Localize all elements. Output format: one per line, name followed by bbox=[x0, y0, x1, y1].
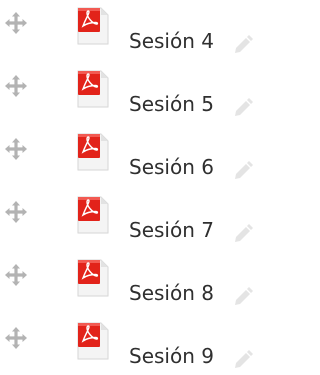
move-icon[interactable] bbox=[4, 11, 28, 35]
pdf-file-icon[interactable] bbox=[72, 4, 110, 46]
pdf-file-icon[interactable] bbox=[72, 130, 110, 172]
list-item: Sesión 9 bbox=[0, 315, 264, 371]
pencil-icon[interactable] bbox=[230, 221, 254, 245]
list-item: Sesión 4 bbox=[0, 0, 264, 56]
file-name-label[interactable]: Sesión 9 bbox=[129, 344, 214, 368]
list-item: Sesión 6 bbox=[0, 126, 264, 182]
pencil-icon[interactable] bbox=[230, 32, 254, 56]
list-item: Sesión 8 bbox=[0, 252, 264, 308]
pdf-file-icon[interactable] bbox=[72, 319, 110, 361]
move-icon[interactable] bbox=[4, 263, 28, 287]
pdf-file-icon[interactable] bbox=[72, 67, 110, 109]
pencil-icon[interactable] bbox=[230, 158, 254, 182]
pencil-icon[interactable] bbox=[230, 284, 254, 308]
pencil-icon[interactable] bbox=[230, 347, 254, 371]
move-icon[interactable] bbox=[4, 137, 28, 161]
pencil-icon[interactable] bbox=[230, 95, 254, 119]
list-item: Sesión 5 bbox=[0, 63, 264, 119]
file-name-label[interactable]: Sesión 5 bbox=[129, 92, 214, 116]
file-name-label[interactable]: Sesión 4 bbox=[129, 29, 214, 53]
pdf-file-icon[interactable] bbox=[72, 193, 110, 235]
file-name-label[interactable]: Sesión 8 bbox=[129, 281, 214, 305]
list-item: Sesión 7 bbox=[0, 189, 264, 245]
file-name-label[interactable]: Sesión 7 bbox=[129, 218, 214, 242]
session-list: Sesión 4 Sesión 5 Sesión 6 Sesión 7 Sesi… bbox=[0, 0, 264, 371]
move-icon[interactable] bbox=[4, 326, 28, 350]
move-icon[interactable] bbox=[4, 200, 28, 224]
move-icon[interactable] bbox=[4, 74, 28, 98]
pdf-file-icon[interactable] bbox=[72, 256, 110, 298]
file-name-label[interactable]: Sesión 6 bbox=[129, 155, 214, 179]
